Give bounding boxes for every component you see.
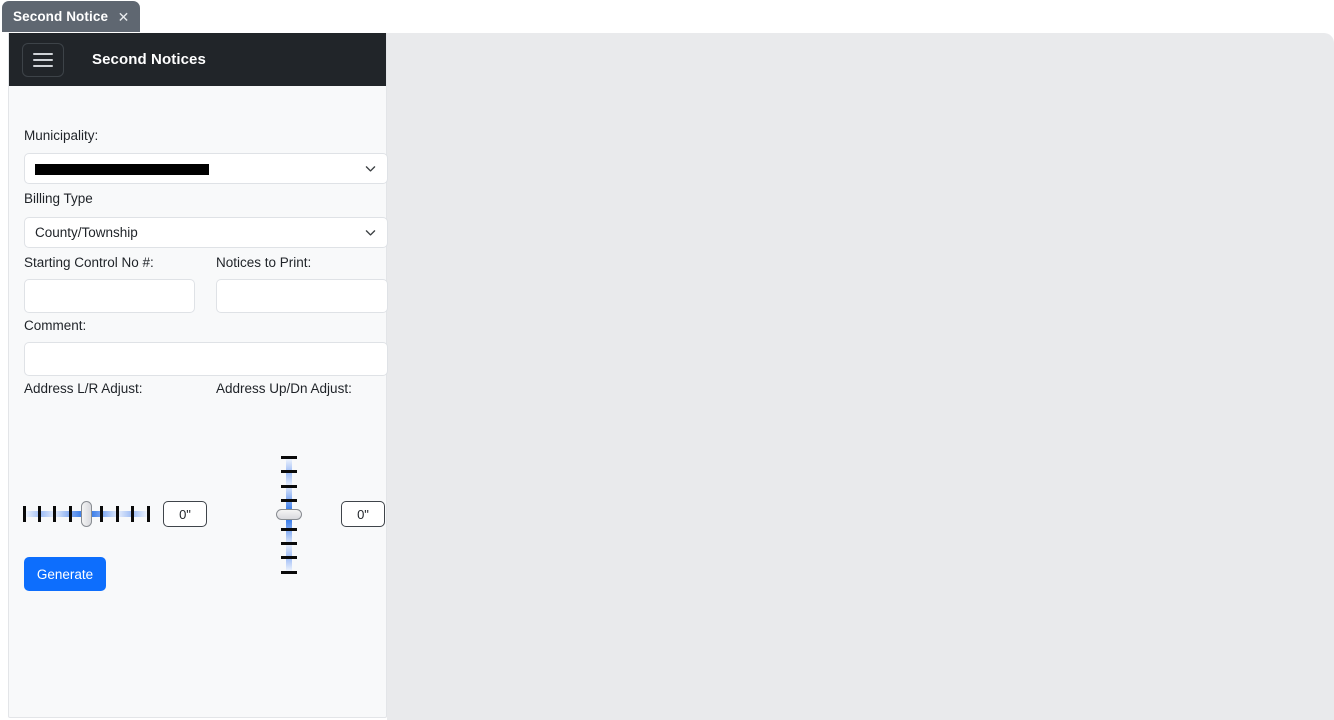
browser-tab-second-notice[interactable]: Second Notice ✕ <box>2 1 140 32</box>
slider-tick <box>281 485 297 488</box>
slider-tick <box>38 506 41 522</box>
sidebar-panel: Second Notices Municipality: Billing Typ… <box>8 33 388 718</box>
slider-tick <box>100 506 103 522</box>
notices-to-print-input[interactable] <box>216 279 388 313</box>
page-title: Second Notices <box>92 51 206 68</box>
municipality-label: Municipality: <box>24 128 99 143</box>
municipality-select[interactable] <box>24 153 388 184</box>
address-lr-adjust-label: Address L/R Adjust: <box>24 381 143 396</box>
billing-type-select[interactable]: County/Township <box>24 217 388 248</box>
comment-input[interactable] <box>24 342 388 376</box>
close-icon[interactable]: ✕ <box>116 9 131 24</box>
hamburger-bar <box>33 52 53 55</box>
slider-thumb-vertical[interactable] <box>276 509 302 520</box>
slider-tick <box>116 506 119 522</box>
hamburger-bar <box>33 58 53 61</box>
main-canvas <box>387 33 1334 720</box>
address-lr-adjust-slider[interactable] <box>23 501 150 527</box>
slider-thumb-horizontal[interactable] <box>81 501 92 527</box>
slider-tick <box>281 528 297 531</box>
notice-form: Municipality: Billing Type County/Townsh… <box>9 86 388 718</box>
browser-tab-title: Second Notice <box>13 9 109 24</box>
billing-type-select-value: County/Township <box>35 225 138 240</box>
starting-control-no-label: Starting Control No #: <box>24 255 154 270</box>
generate-button[interactable]: Generate <box>24 557 106 591</box>
slider-tick <box>69 506 72 522</box>
slider-tick <box>281 571 297 574</box>
slider-tick <box>53 506 56 522</box>
address-updn-adjust-slider[interactable] <box>276 456 302 574</box>
slider-tick <box>281 456 297 459</box>
starting-control-no-input[interactable] <box>24 279 195 313</box>
address-lr-adjust-value[interactable]: 0" <box>163 501 207 527</box>
municipality-select-value <box>35 161 364 176</box>
slider-tick <box>131 506 134 522</box>
hamburger-bar <box>33 64 53 67</box>
slider-tick <box>147 506 150 522</box>
chevron-down-icon <box>364 226 377 239</box>
address-updn-adjust-label: Address Up/Dn Adjust: <box>216 381 352 396</box>
slider-tick <box>23 506 26 522</box>
app-header: Second Notices <box>9 33 386 86</box>
slider-tick <box>281 499 297 502</box>
hamburger-icon[interactable] <box>22 42 64 77</box>
slider-tick <box>281 556 297 559</box>
notices-to-print-label: Notices to Print: <box>216 255 312 270</box>
comment-label: Comment: <box>24 318 87 333</box>
redacted-value <box>35 163 209 175</box>
content-area: Second Notices Municipality: Billing Typ… <box>0 33 1334 720</box>
browser-tab-strip: Second Notice ✕ <box>0 0 1334 33</box>
slider-tick <box>281 542 297 545</box>
address-updn-adjust-value[interactable]: 0" <box>341 501 385 527</box>
chevron-down-icon <box>364 162 377 175</box>
slider-tick <box>281 470 297 473</box>
billing-type-label: Billing Type <box>24 191 93 206</box>
